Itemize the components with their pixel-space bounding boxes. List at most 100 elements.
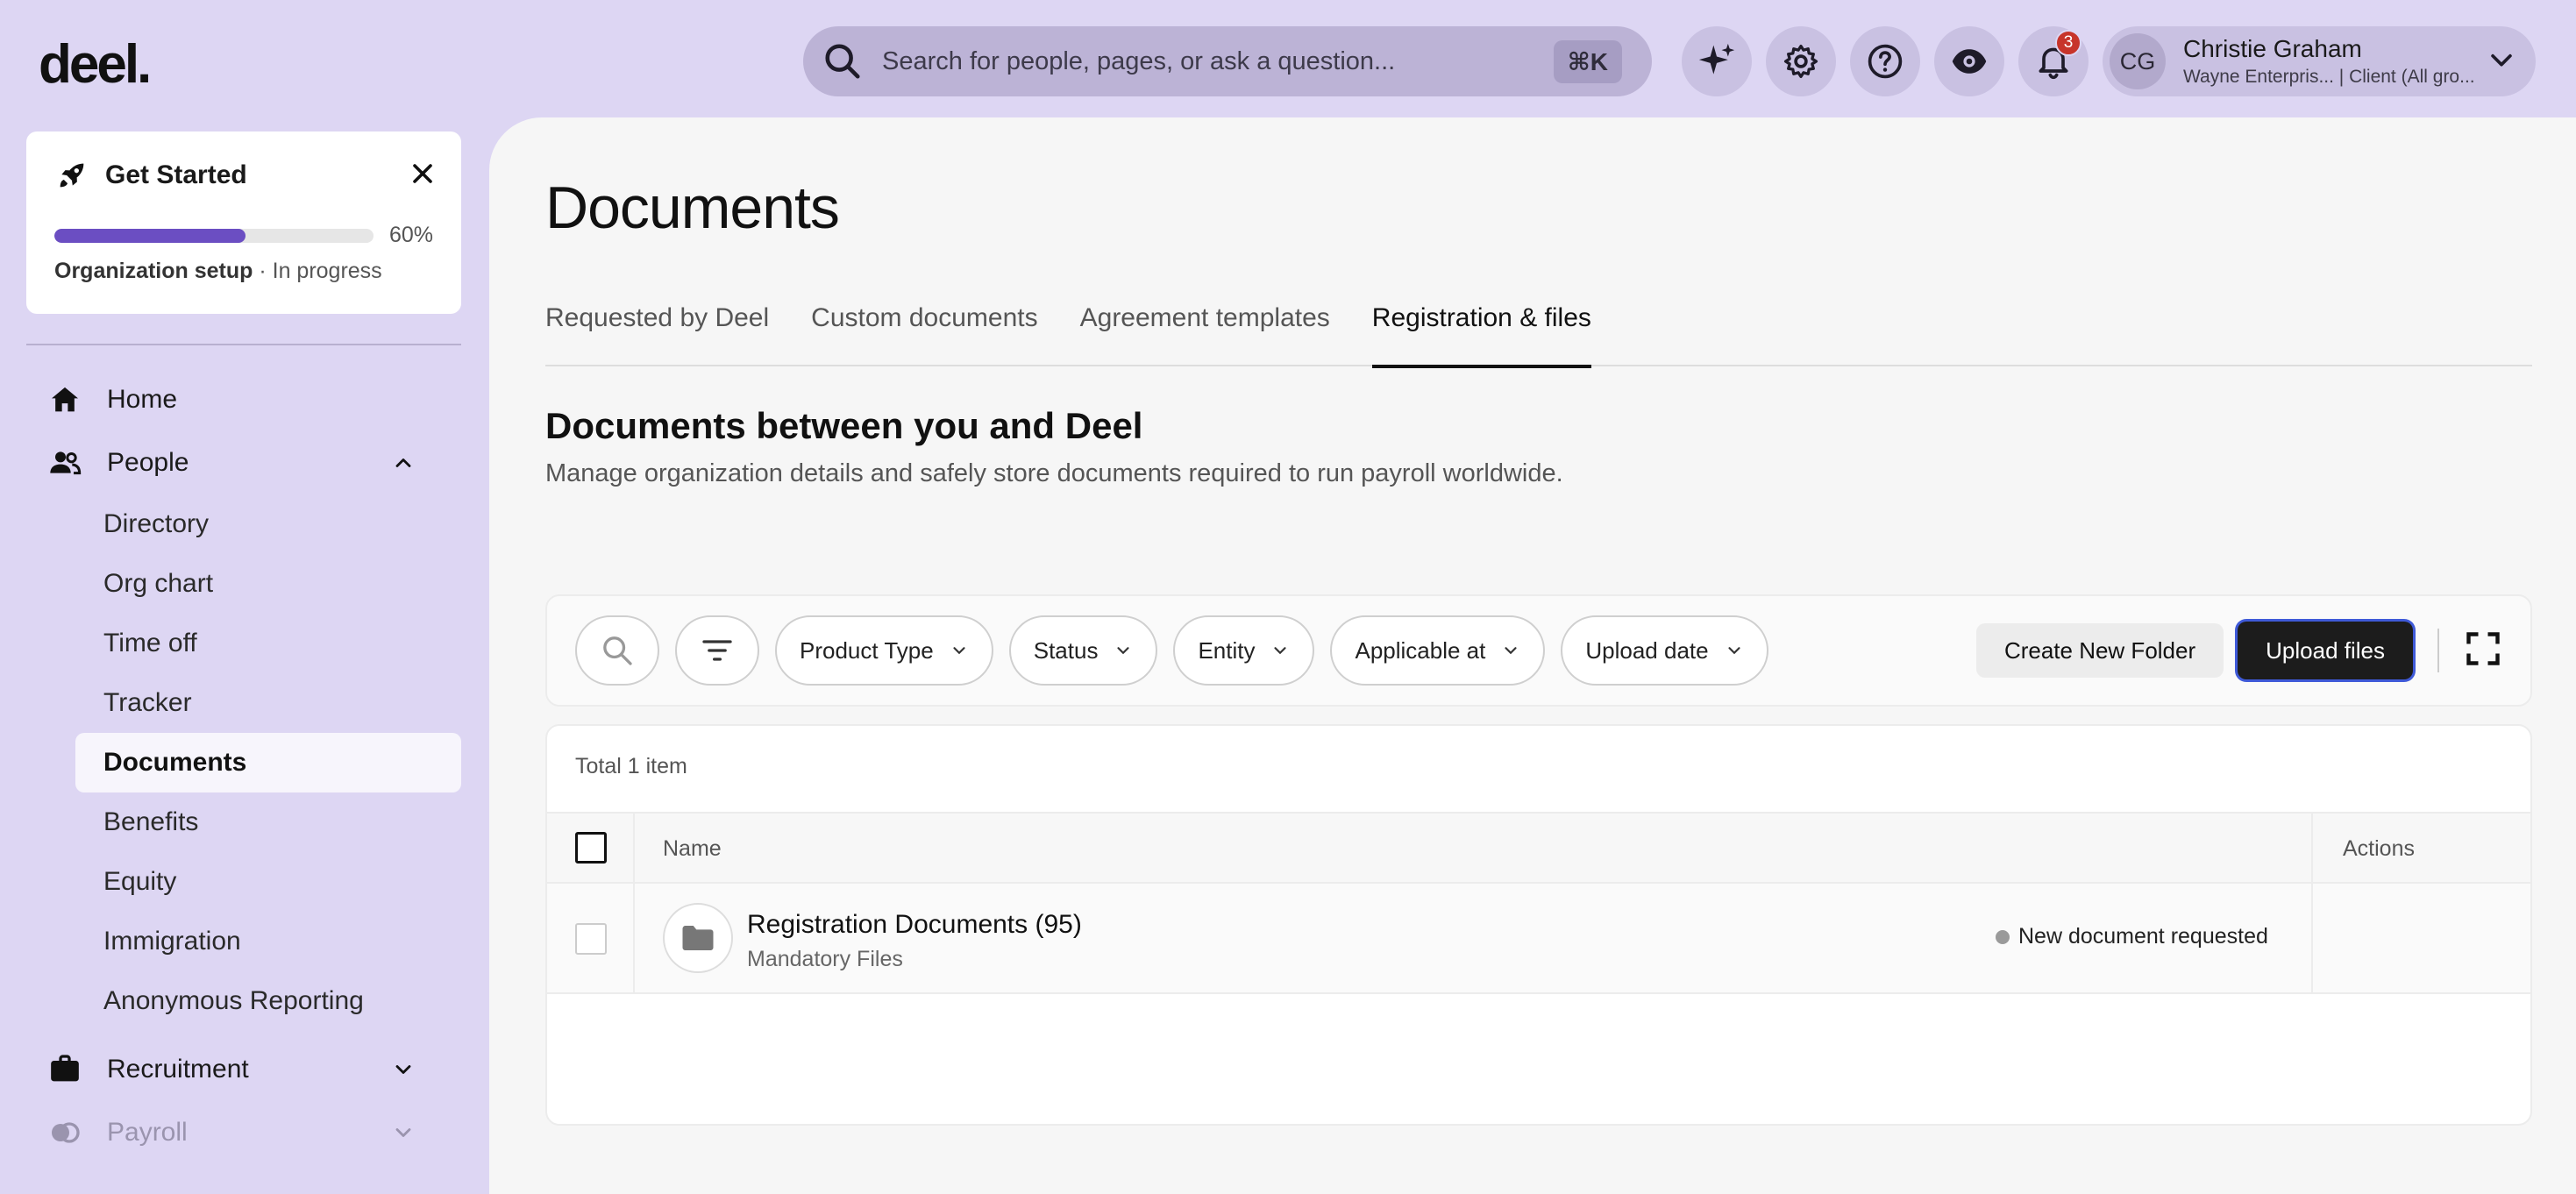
setup-progress-percent: 60% bbox=[388, 223, 433, 247]
section-title: Documents between you and Deel bbox=[545, 405, 1143, 446]
main-content: Documents Requested by Deel Custom docum… bbox=[489, 117, 2576, 1194]
tab-agreement-templates[interactable]: Agreement templates bbox=[1080, 303, 1330, 366]
sidebar-item-recruitment[interactable]: Recruitment bbox=[26, 1038, 461, 1101]
documents-table: Total 1 item Name Actions Registration D… bbox=[545, 724, 2532, 1126]
filter-applicable-at[interactable]: Applicable at bbox=[1330, 615, 1546, 686]
eye-icon bbox=[1952, 49, 1987, 74]
chevron-down-icon[interactable] bbox=[391, 1057, 416, 1082]
search-shortcut: ⌘K bbox=[1553, 39, 1622, 83]
question-icon bbox=[1868, 44, 1903, 79]
folder-icon bbox=[682, 926, 714, 950]
top-bar: deel. Search for people, pages, or ask a… bbox=[0, 0, 2576, 117]
column-divider bbox=[2311, 814, 2313, 882]
expand-icon bbox=[2466, 631, 2500, 665]
chevron-down-icon bbox=[1505, 647, 1517, 655]
total-count: Total 1 item bbox=[575, 754, 687, 778]
filter-label: Entity bbox=[1198, 636, 1256, 664]
sidebar-item-time-off[interactable]: Time off bbox=[75, 614, 461, 673]
filter-product-type[interactable]: Product Type bbox=[775, 615, 993, 686]
user-org: Wayne Enterpris... | Client (All gro... bbox=[2183, 67, 2475, 87]
table-row[interactable]: Registration Documents (95) Mandatory Fi… bbox=[547, 884, 2530, 994]
folder-icon-wrapper bbox=[663, 903, 733, 973]
toolbar-divider bbox=[2437, 629, 2439, 672]
status-dot bbox=[1996, 929, 2010, 944]
filter-status[interactable]: Status bbox=[1008, 615, 1158, 686]
filter-entity[interactable]: Entity bbox=[1173, 615, 1315, 686]
sidebar-item-payroll[interactable]: Payroll bbox=[26, 1101, 461, 1164]
search-icon bbox=[603, 636, 632, 665]
sidebar-item-tracker[interactable]: Tracker bbox=[75, 673, 461, 733]
sidebar-item-equity[interactable]: Equity bbox=[75, 852, 461, 912]
filter-label: Status bbox=[1033, 636, 1099, 664]
fullscreen-button[interactable] bbox=[2464, 629, 2502, 672]
global-search[interactable]: Search for people, pages, or ask a quest… bbox=[803, 26, 1652, 96]
sparkle-icon bbox=[1698, 43, 1735, 75]
tab-custom-documents[interactable]: Custom documents bbox=[811, 303, 1037, 366]
table-search-button[interactable] bbox=[575, 615, 659, 686]
sidebar-item-anonymous-reporting[interactable]: Anonymous Reporting bbox=[75, 971, 461, 1031]
coins-icon bbox=[52, 1122, 80, 1143]
column-divider bbox=[633, 884, 635, 992]
sidebar-item-label: People bbox=[107, 448, 189, 477]
help-button[interactable] bbox=[1850, 26, 1920, 96]
create-new-folder-button[interactable]: Create New Folder bbox=[1975, 623, 2224, 678]
document-tabs: Requested by Deel Custom documents Agree… bbox=[545, 303, 2532, 368]
sidebar-item-benefits[interactable]: Benefits bbox=[75, 792, 461, 852]
setup-progress-fill bbox=[54, 228, 246, 243]
chevron-down-icon bbox=[2487, 45, 2516, 79]
people-icon bbox=[50, 451, 82, 475]
rocket-icon bbox=[60, 163, 84, 188]
sidebar-divider bbox=[26, 344, 461, 345]
setup-status-name: Organization setup bbox=[54, 259, 253, 283]
sidebar-item-org-chart[interactable]: Org chart bbox=[75, 554, 461, 614]
filter-upload-date[interactable]: Upload date bbox=[1561, 615, 1768, 686]
briefcase-icon bbox=[51, 1055, 79, 1082]
filter-label: Product Type bbox=[800, 636, 934, 664]
user-name: Christie Graham bbox=[2183, 35, 2362, 62]
ai-assistant-button[interactable] bbox=[1682, 26, 1752, 96]
get-started-title: Get Started bbox=[105, 160, 247, 189]
column-divider bbox=[633, 814, 635, 882]
filter-button[interactable] bbox=[675, 615, 759, 686]
search-icon bbox=[825, 44, 860, 79]
section-description: Manage organization details and safely s… bbox=[545, 459, 1563, 487]
sidebar-item-people[interactable]: People bbox=[26, 431, 461, 494]
chevron-down-icon[interactable] bbox=[391, 1120, 416, 1145]
chevron-down-icon bbox=[1728, 647, 1740, 655]
tab-requested-by-deel[interactable]: Requested by Deel bbox=[545, 303, 769, 366]
upload-files-button[interactable]: Upload files bbox=[2238, 622, 2413, 679]
close-icon[interactable] bbox=[407, 158, 438, 189]
sidebar-item-directory[interactable]: Directory bbox=[75, 494, 461, 554]
home-icon bbox=[52, 387, 78, 412]
tab-registration-files[interactable]: Registration & files bbox=[1371, 303, 1591, 368]
gear-icon bbox=[1783, 44, 1818, 79]
view-mode-button[interactable] bbox=[1934, 26, 2004, 96]
chevron-down-icon bbox=[953, 647, 965, 655]
sidebar-item-home[interactable]: Home bbox=[26, 368, 461, 431]
chevron-up-icon[interactable] bbox=[391, 451, 416, 475]
filter-icon bbox=[702, 640, 732, 661]
sidebar-item-label: Home bbox=[107, 385, 178, 414]
select-all-checkbox[interactable] bbox=[575, 832, 607, 864]
sidebar-item-immigration[interactable]: Immigration bbox=[75, 912, 461, 971]
status-badge: New document requested bbox=[1996, 924, 2268, 949]
user-menu[interactable]: CG Christie Graham Wayne Enterpris... | … bbox=[2103, 26, 2536, 96]
folder-name[interactable]: Registration Documents (95) bbox=[747, 910, 1082, 940]
chevron-down-icon bbox=[1274, 647, 1287, 655]
setup-status-state: · In progress bbox=[253, 259, 382, 283]
settings-button[interactable] bbox=[1766, 26, 1836, 96]
search-input[interactable]: Search for people, pages, or ask a quest… bbox=[882, 47, 1554, 76]
setup-status: Organization setup · In progress bbox=[54, 259, 433, 284]
row-checkbox[interactable] bbox=[575, 923, 607, 955]
page-title: Documents bbox=[545, 174, 840, 241]
deel-logo[interactable]: deel. bbox=[39, 33, 152, 96]
status-text: New document requested bbox=[2018, 924, 2268, 949]
notifications-button[interactable]: 3 bbox=[2018, 26, 2089, 96]
setup-progress-bar bbox=[54, 228, 374, 243]
sidebar-item-label: Recruitment bbox=[107, 1055, 249, 1084]
column-header-name[interactable]: Name bbox=[663, 836, 722, 862]
avatar: CG bbox=[2110, 33, 2166, 89]
sidebar-item-documents[interactable]: Documents bbox=[75, 733, 461, 792]
filter-label: Upload date bbox=[1585, 636, 1709, 664]
get-started-card[interactable]: Get Started 60% Organization setup · In … bbox=[26, 131, 461, 314]
